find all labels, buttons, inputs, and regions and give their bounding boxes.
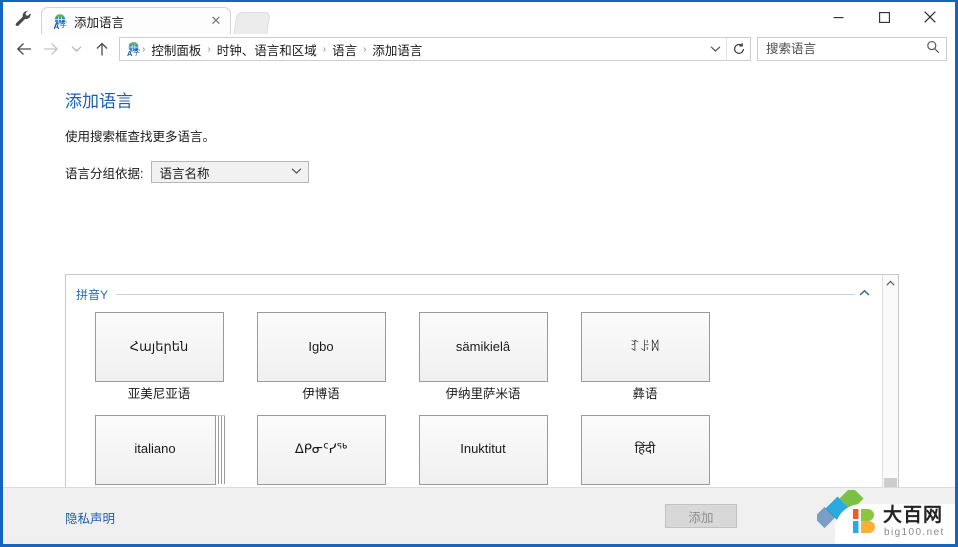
refresh-icon[interactable] [726,38,750,60]
scroll-up-button[interactable] [883,275,898,292]
chevron-up-icon[interactable] [855,289,873,300]
tab-close-icon[interactable]: ✕ [208,13,224,29]
language-native-name: Igbo [308,338,334,354]
up-button[interactable] [89,37,115,61]
search-box[interactable] [757,37,947,61]
tab-label: 添加语言 [74,15,125,30]
language-tile-box: sämikielâ [418,312,548,382]
minimize-button[interactable] [815,2,861,32]
language-native-name: Inuktitut [460,441,506,457]
language-native-name: Հայերեն [129,338,189,354]
language-tile-label: 伊纳里萨米语 [445,387,521,401]
language-tile-box: italiano [94,414,216,485]
forward-button [37,37,63,61]
privacy-statement-link[interactable]: 隐私声明 [65,508,115,527]
stack-edge [217,415,219,484]
language-tile-box: Inuktitut [418,414,548,485]
language-native-name: italiano [134,441,176,457]
language-tile[interactable]: ꆈꌠꉙ 彝语 [564,310,726,409]
close-button[interactable] [907,2,953,32]
language-tile-thumbnail: ꆈꌠꉙ [580,312,710,382]
group-by-label: 语言分组依据: [65,166,144,181]
language-globe-icon: A 字 [51,13,68,31]
group-by-value: 语言名称 [159,166,210,181]
tab-add-language[interactable]: A 字 添加语言 ✕ [41,7,231,34]
stack-edge [223,415,225,484]
breadcrumb: › 控制面板 › 时钟、语言和区域 › 语言 › 添加语言 [141,40,704,59]
breadcrumb-item-0[interactable]: 控制面板 [146,40,206,59]
address-bar: A 字 › 控制面板 › 时钟、语言和区域 › 语言 › 添加语言 [3,34,955,64]
language-tile[interactable]: Igbo 伊博语 [240,310,402,409]
footer-bar: 隐私声明 添加 [3,487,955,544]
breadcrumb-item-3[interactable]: 添加语言 [367,40,427,59]
language-tile-thumbnail: italiano [94,414,225,485]
stack-edge [220,415,222,484]
language-native-name: हिंदी [634,441,656,457]
language-tile-box: ꆈꌠꉙ [580,312,710,382]
language-tile-box: ᐃᑭᓂᑦᓯᖅ [256,414,386,485]
recent-locations-icon[interactable] [63,37,89,61]
language-tile-label: 亚美尼亚语 [127,387,191,401]
wrench-icon[interactable] [13,9,33,29]
explorer-window: A 字 添加语言 ✕ A 字 › 控制面板 › 时钟、语言和区域 › 语言 › … [0,0,958,547]
add-button[interactable]: 添加 [665,504,737,528]
language-tile-thumbnail: Inuktitut [418,414,548,485]
language-group-header: 拼音Y [76,286,873,302]
chevron-down-icon [291,166,302,178]
new-tab-button[interactable] [233,12,271,34]
svg-text:字: 字 [60,19,68,29]
language-tile-thumbnail: Հայերեն [94,312,224,382]
language-tile-thumbnail: sämikielâ [418,312,548,382]
page-subtitle: 使用搜索框查找更多语言。 [65,130,216,144]
language-group-name: 拼音Y [76,287,109,302]
language-globe-icon: A 字 [125,41,141,58]
back-button[interactable] [11,37,37,61]
language-native-name: ᐃᑭᓂᑦᓯᖅ [294,441,348,457]
search-input[interactable] [764,41,926,57]
svg-text:字: 字 [133,48,140,57]
search-icon[interactable] [926,40,940,59]
chevron-down-icon[interactable] [704,38,726,60]
title-bar: A 字 添加语言 ✕ [3,2,955,34]
breadcrumb-item-1[interactable]: 时钟、语言和区域 [212,40,322,59]
language-tile-box: हिंदी [580,414,710,485]
content-area: 添加语言 使用搜索框查找更多语言。 语言分组依据: 语言名称 拼音Y Հայեր… [3,64,955,542]
language-tile-label: 伊博语 [302,387,340,401]
language-tile-thumbnail: Igbo [256,312,386,382]
language-tile-box: Igbo [256,312,386,382]
group-divider [116,293,855,295]
language-tile-label: 彝语 [632,387,658,401]
language-tile[interactable]: sämikielâ 伊纳里萨米语 [402,310,564,409]
language-tile[interactable]: Հայերեն 亚美尼亚语 [78,310,240,409]
language-tile-box: Հայերեն [94,312,224,382]
breadcrumb-bar[interactable]: A 字 › 控制面板 › 时钟、语言和区域 › 语言 › 添加语言 [119,37,751,61]
breadcrumb-item-2[interactable]: 语言 [327,40,362,59]
page-title: 添加语言 [65,92,133,111]
maximize-button[interactable] [861,2,907,32]
language-tile-thumbnail: हिंदी [580,414,710,485]
group-by-select[interactable]: 语言名称 [151,161,310,183]
language-tile-thumbnail: ᐃᑭᓂᑦᓯᖅ [256,414,386,485]
group-by-row: 语言分组依据: 语言名称 [65,161,955,183]
language-native-name: ꆈꌠꉙ [629,338,661,354]
language-native-name: sämikielâ [455,338,511,354]
